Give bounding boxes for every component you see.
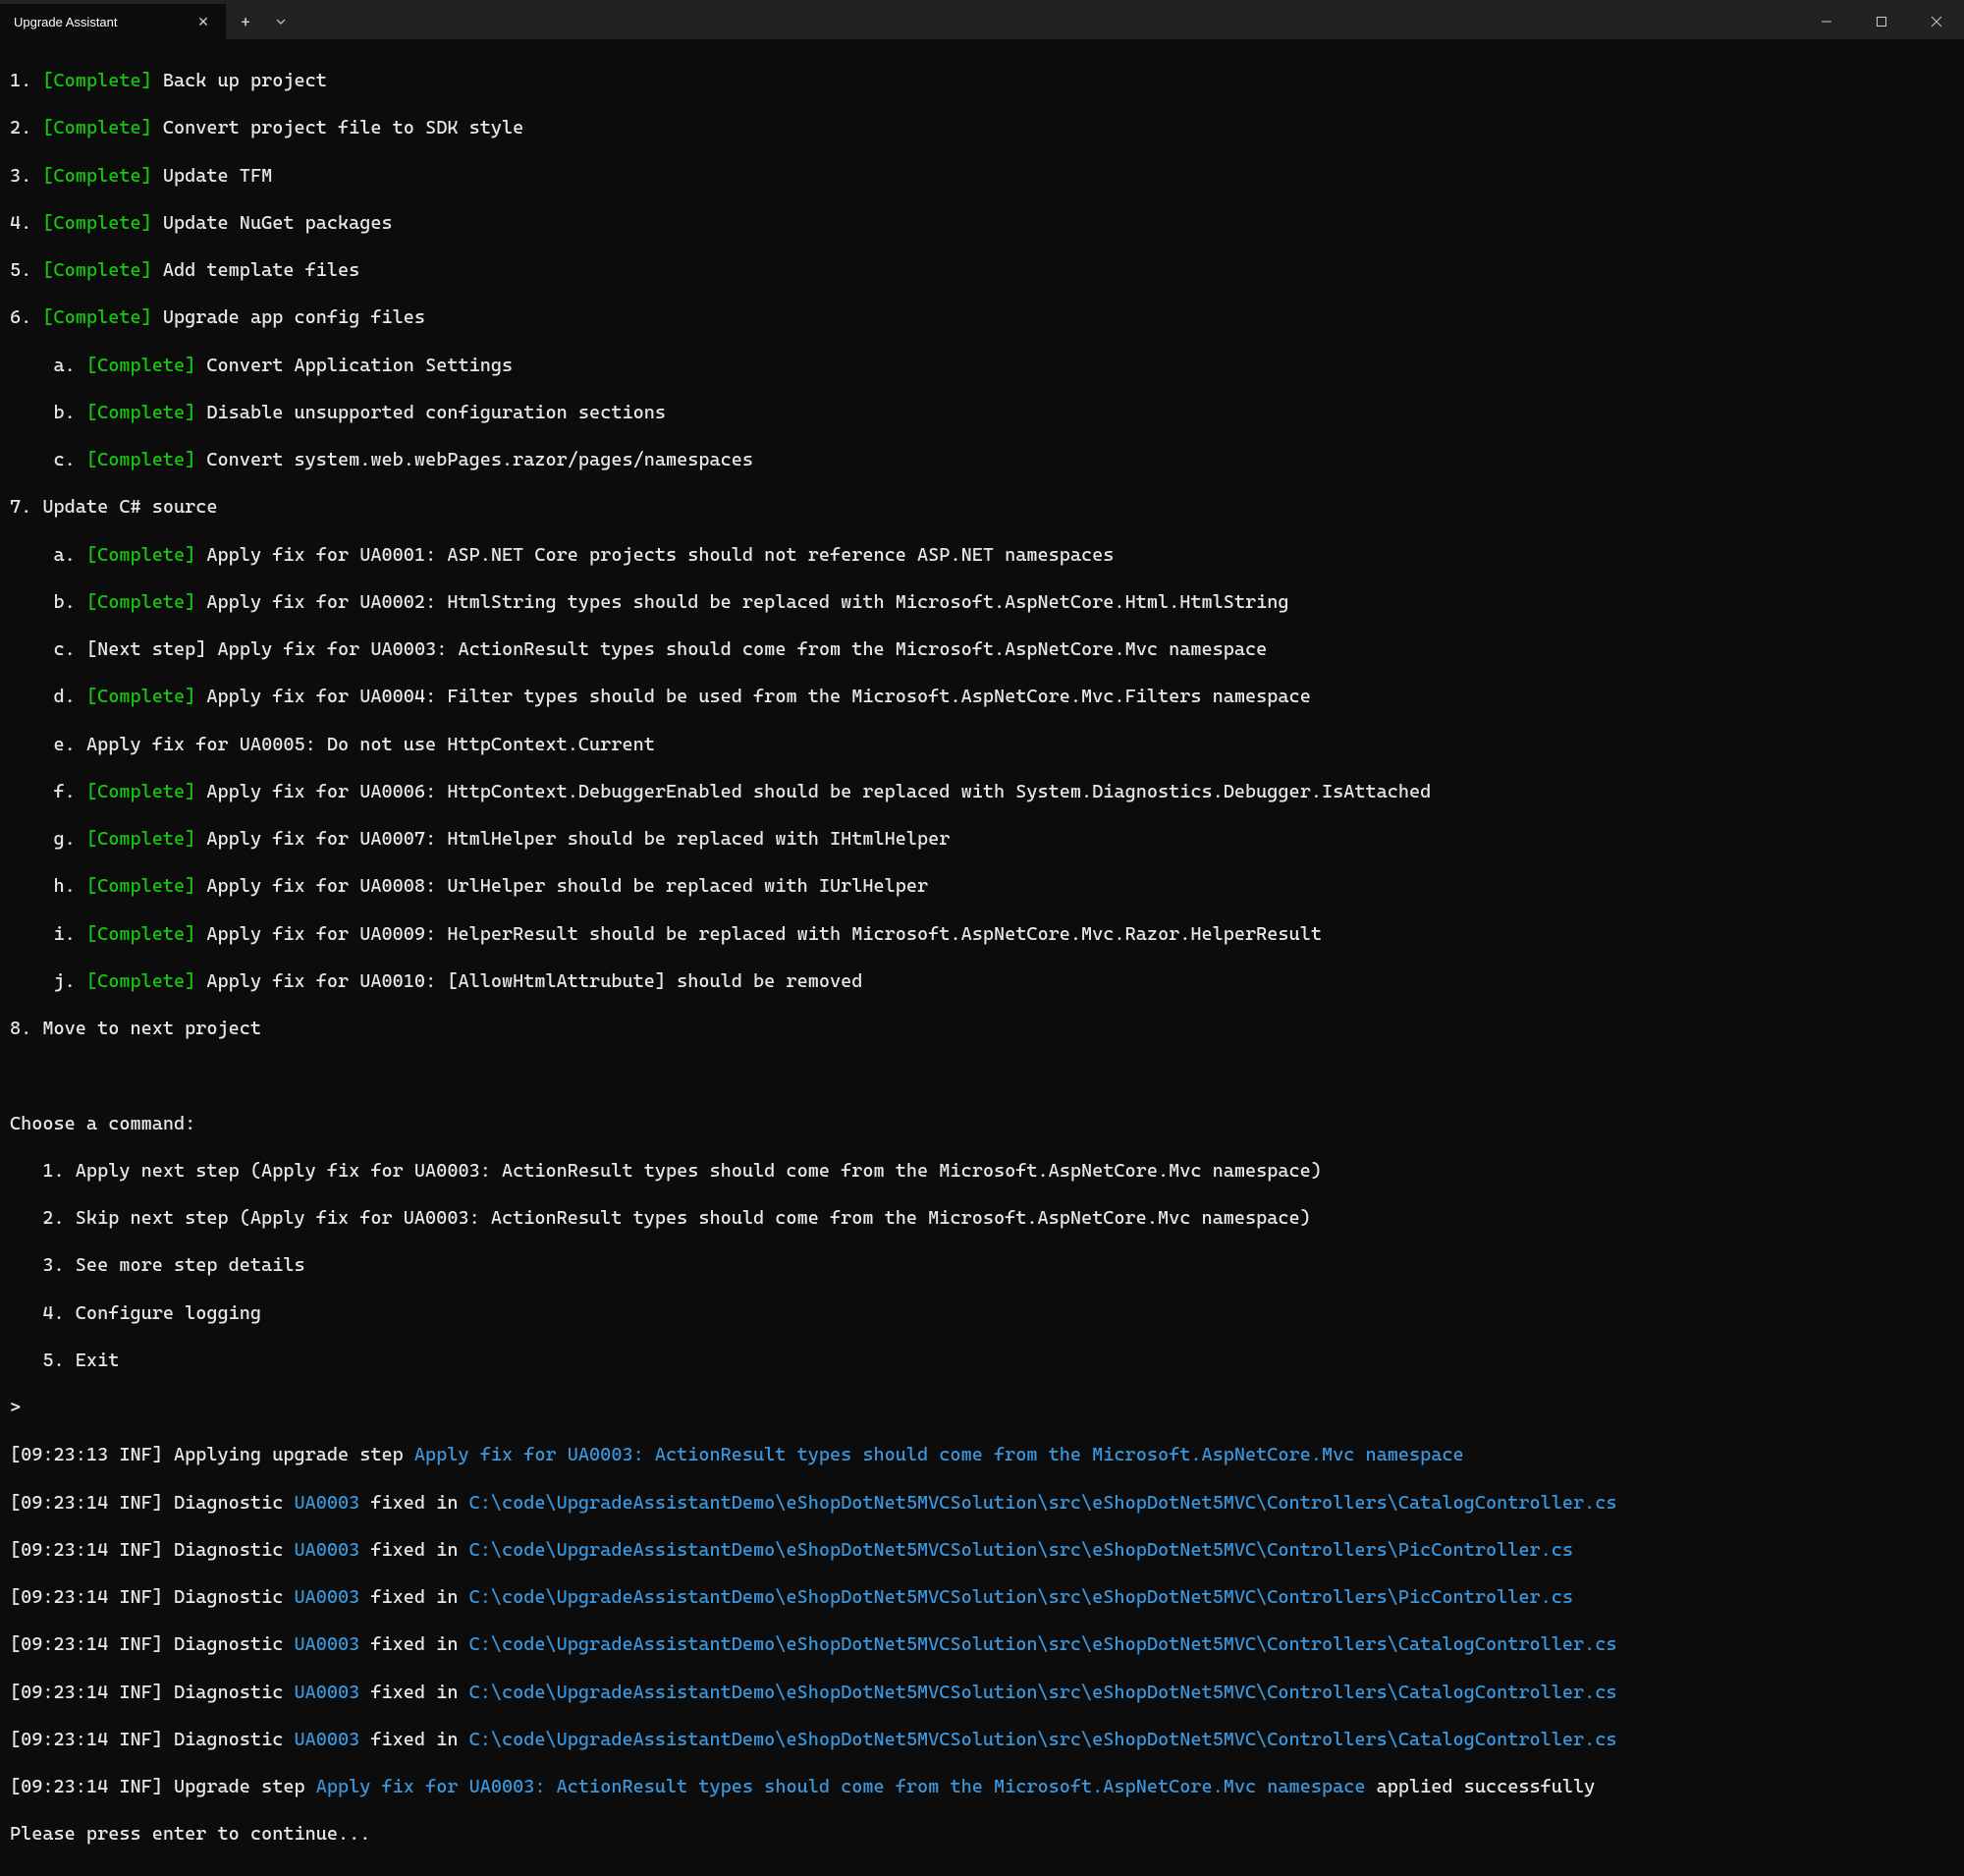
- tab-title: Upgrade Assistant: [14, 15, 118, 29]
- step-row: 3. [Complete] Update TFM: [10, 164, 1954, 188]
- step-row: i. [Complete] Apply fix for UA0009: Help…: [10, 922, 1954, 946]
- step-row: a. [Complete] Convert Application Settin…: [10, 354, 1954, 377]
- command-option: 5. Exit: [10, 1349, 1954, 1372]
- terminal-output[interactable]: 1. [Complete] Back up project 2. [Comple…: [0, 39, 1964, 1876]
- step-row: 8. Move to next project: [10, 1017, 1954, 1040]
- step-row: 7. Update C# source: [10, 495, 1954, 519]
- chevron-down-icon: [275, 16, 287, 28]
- tab-active[interactable]: Upgrade Assistant ✕: [0, 4, 226, 39]
- step-row: g. [Complete] Apply fix for UA0007: Html…: [10, 827, 1954, 851]
- prompt-header: Choose a command:: [10, 1112, 1954, 1135]
- blank-line: [10, 1064, 1954, 1087]
- step-row: 6. [Complete] Upgrade app config files: [10, 305, 1954, 329]
- log-row: [09:23:14 INF] Diagnostic UA0003 fixed i…: [10, 1585, 1954, 1609]
- command-option: 2. Skip next step (Apply fix for UA0003:…: [10, 1206, 1954, 1230]
- step-row: 5. [Complete] Add template files: [10, 258, 1954, 282]
- maximize-icon: [1876, 16, 1887, 28]
- step-row: c. [Complete] Convert system.web.webPage…: [10, 448, 1954, 471]
- log-row: [09:23:14 INF] Upgrade step Apply fix fo…: [10, 1775, 1954, 1798]
- prompt-caret[interactable]: >: [10, 1396, 1954, 1419]
- log-row: [09:23:14 INF] Diagnostic UA0003 fixed i…: [10, 1632, 1954, 1656]
- step-row: 1. [Complete] Back up project: [10, 69, 1954, 92]
- command-option: 3. See more step details: [10, 1253, 1954, 1277]
- minimize-button[interactable]: [1799, 4, 1854, 39]
- log-row: [09:23:14 INF] Diagnostic UA0003 fixed i…: [10, 1538, 1954, 1562]
- step-row: b. [Complete] Apply fix for UA0002: Html…: [10, 590, 1954, 614]
- maximize-button[interactable]: [1854, 4, 1909, 39]
- step-row: f. [Complete] Apply fix for UA0006: Http…: [10, 780, 1954, 803]
- command-option: 1. Apply next step (Apply fix for UA0003…: [10, 1159, 1954, 1183]
- minimize-icon: [1821, 16, 1832, 28]
- step-row: 4. [Complete] Update NuGet packages: [10, 211, 1954, 235]
- log-row: [09:23:14 INF] Diagnostic UA0003 fixed i…: [10, 1728, 1954, 1751]
- close-icon[interactable]: ✕: [194, 13, 212, 30]
- tab-region: Upgrade Assistant ✕ +: [0, 4, 297, 39]
- log-row: [09:23:13 INF] Applying upgrade step App…: [10, 1443, 1954, 1466]
- step-row: c. [Next step] Apply fix for UA0003: Act…: [10, 637, 1954, 661]
- step-row: h. [Complete] Apply fix for UA0008: UrlH…: [10, 874, 1954, 898]
- command-option: 4. Configure logging: [10, 1301, 1954, 1325]
- close-icon: [1931, 16, 1942, 28]
- new-tab-button[interactable]: +: [226, 4, 265, 39]
- step-row: d. [Complete] Apply fix for UA0004: Filt…: [10, 685, 1954, 708]
- step-row: j. [Complete] Apply fix for UA0010: [All…: [10, 969, 1954, 993]
- step-row: 2. [Complete] Convert project file to SD…: [10, 116, 1954, 139]
- window-controls: [1799, 4, 1964, 39]
- tab-dropdown-button[interactable]: [265, 4, 297, 39]
- log-row: [09:23:14 INF] Diagnostic UA0003 fixed i…: [10, 1491, 1954, 1515]
- step-row: b. [Complete] Disable unsupported config…: [10, 401, 1954, 424]
- title-bar: Upgrade Assistant ✕ +: [0, 0, 1964, 39]
- step-row: e. Apply fix for UA0005: Do not use Http…: [10, 733, 1954, 756]
- close-button[interactable]: [1909, 4, 1964, 39]
- step-row: a. [Complete] Apply fix for UA0001: ASP.…: [10, 543, 1954, 567]
- continue-prompt[interactable]: Please press enter to continue...: [10, 1822, 1954, 1846]
- log-row: [09:23:14 INF] Diagnostic UA0003 fixed i…: [10, 1681, 1954, 1704]
